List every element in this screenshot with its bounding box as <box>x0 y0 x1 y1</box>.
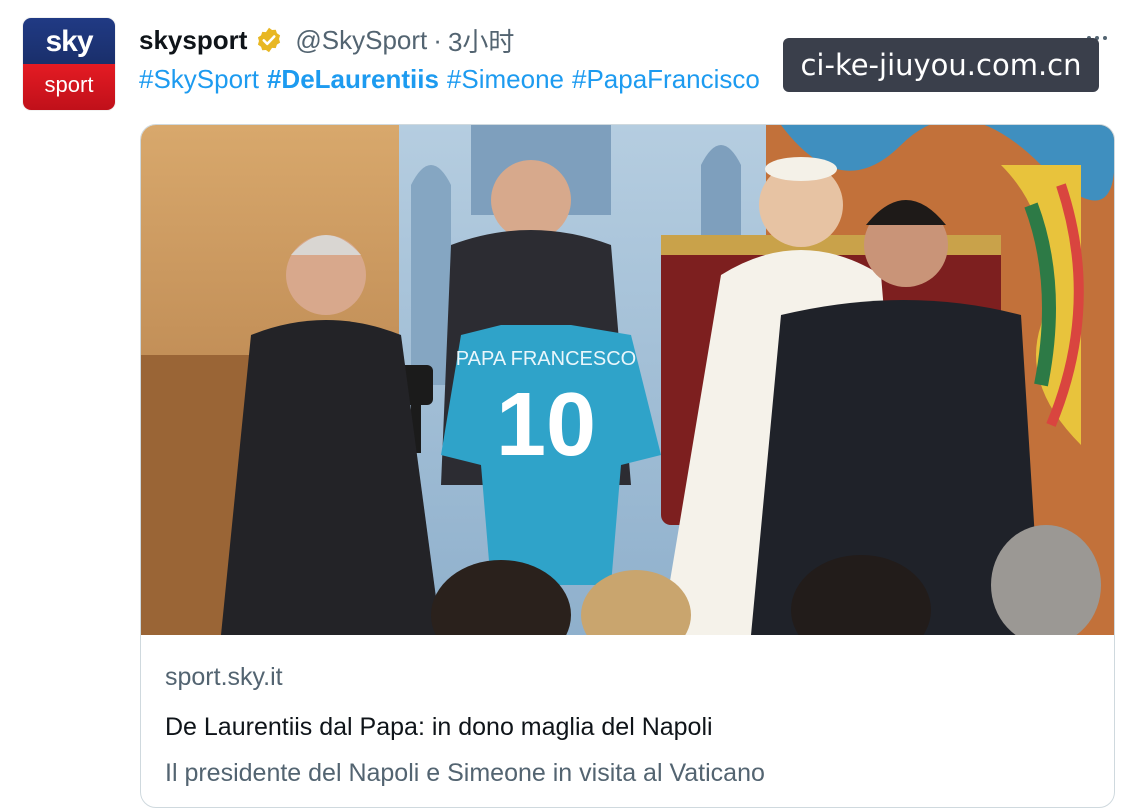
card-description: Il presidente del Napoli e Simeone in vi… <box>165 759 765 787</box>
hashtag-delaurentiis[interactable]: #DeLaurentiis <box>267 64 439 94</box>
hashtag-papafrancisco[interactable]: #PapaFrancisco <box>572 64 760 94</box>
card-title[interactable]: De Laurentiis dal Papa: in dono maglia d… <box>165 713 713 742</box>
tweet-header: skysport @SkySport · 3小时 <box>139 20 514 60</box>
tweet-text: #SkySport #DeLaurentiis #Simeone #PapaFranc… <box>139 64 768 95</box>
avatar[interactable]: sky sport <box>23 18 115 110</box>
separator-dot: · <box>433 24 442 55</box>
jersey-name: PAPA FRANCESCO <box>456 348 636 370</box>
timestamp[interactable]: 3小时 <box>448 22 514 59</box>
more-dot-icon <box>1103 36 1107 40</box>
user-handle[interactable]: @SkySport <box>295 25 427 56</box>
watermark-banner: ci-ke-jiuyou.com.cn <box>783 38 1099 92</box>
avatar-sky-text: sky <box>23 18 115 64</box>
verified-badge-icon <box>258 27 281 53</box>
hashtag-skysport[interactable]: #SkySport <box>139 64 259 94</box>
jersey-number: 10 <box>496 375 596 475</box>
card-photo: PAPA FRANCESCO 10 <box>141 125 1114 635</box>
avatar-sport-text: sport <box>23 64 115 110</box>
link-card[interactable]: PAPA FRANCESCO 10 sport.sky.it De Lauren… <box>140 124 1115 808</box>
card-meta: sport.sky.it De Laurentiis dal Papa: in … <box>141 635 1114 807</box>
card-domain[interactable]: sport.sky.it <box>165 663 283 692</box>
display-name[interactable]: skysport <box>139 25 247 56</box>
hashtag-simeone[interactable]: #Simeone <box>447 64 564 94</box>
